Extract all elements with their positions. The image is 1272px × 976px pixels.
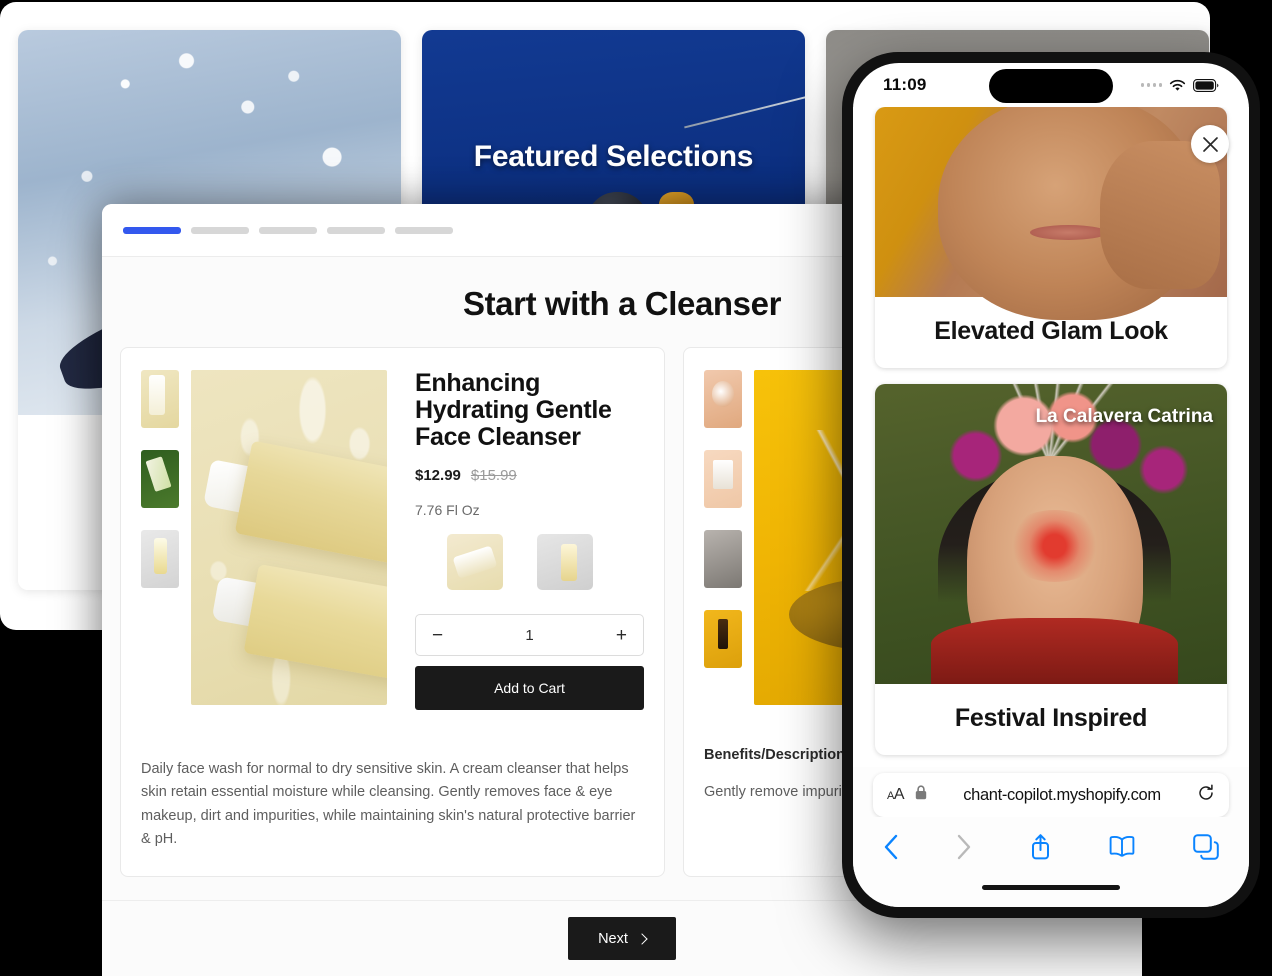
variant-swatch[interactable] (447, 534, 503, 590)
bottle-shape (243, 563, 387, 683)
ski-pole-right-shape (684, 87, 805, 129)
product-thumbnail-strip (141, 370, 179, 710)
next-button[interactable]: Next (568, 917, 676, 960)
url-text[interactable]: chant-copilot.myshopify.com (938, 786, 1186, 805)
product-variant-swatches (415, 534, 644, 590)
signal-dots-icon (1140, 83, 1162, 87)
product-info: Enhancing Hydrating Gentle Face Cleanser… (399, 370, 644, 710)
url-pill[interactable]: AAAA chant-copilot.myshopify.com (873, 773, 1229, 817)
look-card[interactable]: Elevated Glam Look (875, 107, 1227, 368)
look-card[interactable]: La Calavera Catrina Festival Inspired (875, 384, 1227, 755)
product-thumbnail[interactable] (141, 530, 179, 588)
product-thumbnail-strip (704, 370, 742, 705)
product-media-row: Enhancing Hydrating Gentle Face Cleanser… (141, 370, 644, 710)
add-to-cart-button[interactable]: Add to Cart (415, 666, 644, 710)
back-icon[interactable] (883, 834, 899, 865)
progress-step-3[interactable] (259, 226, 317, 234)
phone-page-content: Elevated Glam Look La Calavera Catrina F… (853, 107, 1249, 767)
product-description: Daily face wash for normal to dry sensit… (141, 761, 636, 848)
product-price: $12.99 (415, 467, 461, 484)
chevron-right-icon (636, 932, 648, 945)
lock-icon (915, 785, 927, 805)
quantity-increment-button[interactable]: + (616, 626, 627, 645)
progress-step-5[interactable] (395, 226, 453, 234)
product-hero-image[interactable] (191, 370, 387, 705)
look-card-caption: Festival Inspired (954, 704, 1148, 732)
product-thumbnail[interactable] (141, 450, 179, 508)
quantity-stepper[interactable]: − 1 + (415, 614, 644, 656)
progress-step-4[interactable] (327, 226, 385, 234)
wifi-icon (1169, 79, 1186, 92)
forward-icon (956, 834, 972, 865)
product-price-row: $12.99 $15.99 (415, 467, 644, 484)
iphone-mockup: 11:09 Elevated Glam Look La Calavera Cat… (842, 52, 1260, 918)
progress-step-2[interactable] (191, 226, 249, 234)
quantity-value[interactable]: 1 (525, 627, 533, 644)
product-compare-at-price: $15.99 (470, 467, 517, 484)
festival-look-photo: La Calavera Catrina (875, 384, 1227, 684)
text-size-icon[interactable]: AAAA (887, 786, 905, 804)
product-thumbnail[interactable] (704, 610, 742, 668)
tabs-icon[interactable] (1193, 833, 1219, 865)
featured-selections-title: Featured Selections (473, 140, 754, 173)
reload-icon[interactable] (1197, 783, 1215, 807)
bottle-shape (234, 440, 387, 568)
battery-icon (1193, 78, 1219, 92)
status-bar-indicators (1140, 78, 1220, 92)
quantity-decrement-button[interactable]: − (432, 626, 443, 645)
product-thumbnail[interactable] (704, 450, 742, 508)
share-icon[interactable] (1029, 833, 1052, 865)
safari-url-bar: AAAA chant-copilot.myshopify.com (853, 767, 1249, 817)
phone-screen: 11:09 Elevated Glam Look La Calavera Cat… (853, 63, 1249, 907)
look-overlay-label: La Calavera Catrina (1035, 406, 1213, 427)
status-bar-clock: 11:09 (883, 75, 927, 94)
model-dress-shape (931, 618, 1178, 684)
close-icon[interactable] (1191, 125, 1229, 163)
product-card[interactable]: Enhancing Hydrating Gentle Face Cleanser… (120, 347, 665, 877)
face-paint-shape (1001, 510, 1108, 582)
dynamic-island (989, 69, 1113, 103)
bookmarks-icon[interactable] (1108, 835, 1136, 863)
variant-swatch[interactable] (537, 534, 593, 590)
glam-look-photo (875, 107, 1227, 320)
model-lips-shape (1029, 224, 1108, 240)
screenshot-stage: Pr Featured Selections (0, 0, 1272, 976)
progress-step-1[interactable] (123, 226, 181, 234)
home-indicator (853, 881, 1249, 907)
next-button-label: Next (598, 930, 628, 947)
product-thumbnail[interactable] (141, 370, 179, 428)
product-thumbnail[interactable] (704, 530, 742, 588)
product-size: 7.76 Fl Oz (415, 502, 480, 518)
model-hand-shape (1100, 141, 1220, 290)
phone-status-bar: 11:09 (853, 63, 1249, 107)
product-title: Enhancing Hydrating Gentle Face Cleanser (415, 369, 612, 451)
product-thumbnail[interactable] (704, 370, 742, 428)
safari-toolbar (853, 817, 1249, 881)
